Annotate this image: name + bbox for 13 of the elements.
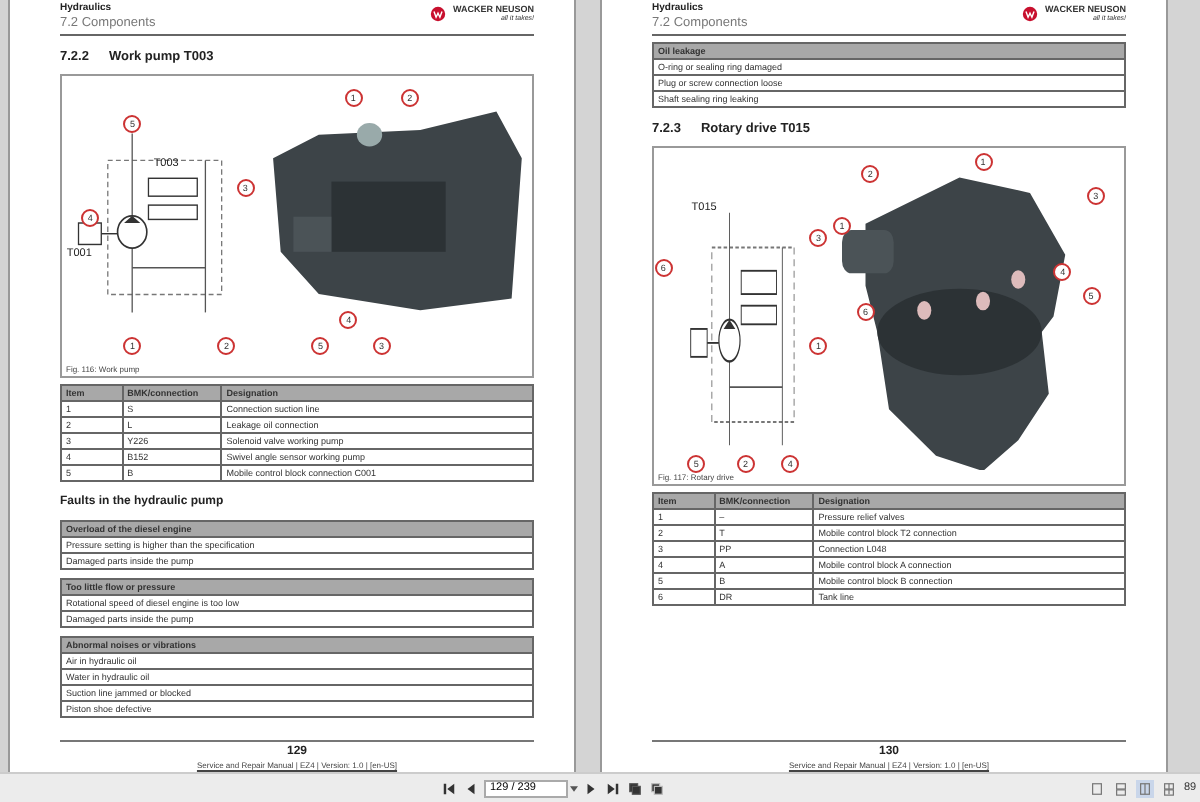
copy-icon[interactable] xyxy=(626,779,644,798)
page-view-button[interactable] xyxy=(1088,779,1106,798)
page-view-button[interactable] xyxy=(1160,779,1178,798)
next-page-button[interactable] xyxy=(582,779,600,798)
page-view-button[interactable] xyxy=(1136,779,1154,798)
page-view-button[interactable] xyxy=(1112,779,1130,798)
first-page-button[interactable] xyxy=(440,779,458,798)
last-page-button[interactable] xyxy=(604,779,622,798)
caret-icon[interactable] xyxy=(570,785,578,792)
previous-page-button[interactable] xyxy=(462,779,480,798)
logo-icon xyxy=(1022,5,1039,21)
copy-icon[interactable] xyxy=(648,779,666,798)
logo-icon xyxy=(430,5,447,21)
